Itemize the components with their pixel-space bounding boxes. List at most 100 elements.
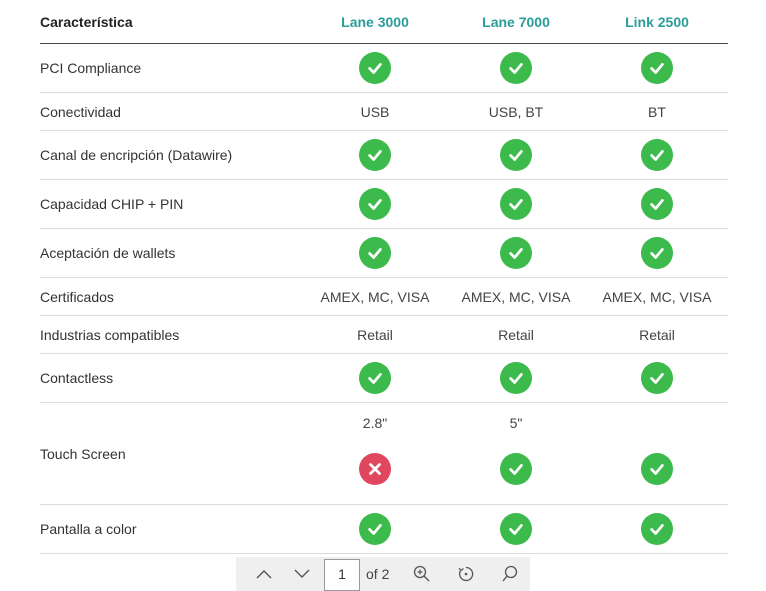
table-row: Pantalla a color: [40, 505, 728, 554]
search-icon: [502, 565, 518, 582]
previous-page-button[interactable]: [244, 557, 284, 591]
table-cell: AMEX, MC, VISA: [305, 278, 445, 315]
header-feature: Característica: [40, 13, 133, 30]
table-cell: BT: [587, 93, 727, 130]
check-icon: [500, 52, 532, 84]
page-number-input[interactable]: 1: [324, 559, 360, 591]
check-icon: [359, 52, 391, 84]
cell-value: 5": [509, 415, 523, 431]
table-cell: [305, 180, 445, 228]
table-cell: Retail: [446, 316, 586, 353]
check-icon: [641, 188, 673, 220]
table-cell: [587, 354, 727, 402]
row-label: PCI Compliance: [40, 60, 142, 76]
table-row: PCI Compliance: [40, 44, 728, 93]
row-label: Aceptación de wallets: [40, 245, 176, 261]
table-cell: [446, 131, 586, 179]
check-icon: [641, 513, 673, 545]
table-cell: [446, 229, 586, 277]
cell-value: USB: [360, 103, 390, 120]
check-icon: [359, 139, 391, 171]
cell-value: AMEX, MC, VISA: [461, 288, 571, 305]
check-icon: [500, 513, 532, 545]
table-cell: USB, BT: [446, 93, 586, 130]
check-icon: [359, 513, 391, 545]
row-label: Canal de encripción (Datawire): [40, 147, 233, 163]
table-row: Certificados AMEX, MC, VISA AMEX, MC, VISA…: [40, 278, 728, 316]
chevron-up-icon: [256, 570, 272, 579]
chevron-down-icon: [294, 569, 310, 578]
check-icon: [500, 237, 532, 269]
check-icon: [641, 237, 673, 269]
row-label: Capacidad CHIP + PIN: [40, 196, 184, 212]
table-row: Conectividad USB USB, BT BT: [40, 93, 728, 131]
check-icon: [359, 237, 391, 269]
check-icon: [500, 139, 532, 171]
table-cell: AMEX, MC, VISA: [587, 278, 727, 315]
check-icon: [500, 453, 532, 485]
check-icon: [359, 188, 391, 220]
cell-value: Retail: [639, 326, 675, 343]
table-cell: [446, 354, 586, 402]
table-cell: Retail: [587, 316, 727, 353]
check-icon: [641, 139, 673, 171]
table-cell: [587, 403, 727, 504]
table-cell: [446, 505, 586, 553]
row-label: Industrias compatibles: [40, 326, 180, 343]
table-cell: [305, 131, 445, 179]
table-body: PCI Compliance Conectividad USB USB, BT BT Ca…: [40, 44, 728, 554]
check-icon: [359, 362, 391, 394]
table-row: Industrias compatibles Retail Retail Retail: [40, 316, 728, 354]
table-row: Aceptación de wallets: [40, 229, 728, 278]
table-row: Capacidad CHIP + PIN: [40, 180, 728, 229]
table-row: Contactless: [40, 354, 728, 403]
table-cell: Retail: [305, 316, 445, 353]
row-label: Certificados: [40, 288, 114, 305]
table-row: Canal de encripción (Datawire): [40, 131, 728, 180]
comparison-table: Característica Lane 3000 Lane 7000 Link …: [40, 0, 728, 554]
table-cell: [446, 44, 586, 92]
header-product-lane-3000: Lane 3000: [341, 13, 409, 30]
table-cell: 5": [446, 403, 586, 504]
next-page-button[interactable]: [282, 557, 322, 591]
table-cell: [446, 180, 586, 228]
zoom-in-button[interactable]: [402, 557, 442, 591]
table-header: Característica Lane 3000 Lane 7000 Link …: [40, 0, 728, 44]
table-cell: [305, 44, 445, 92]
cell-value: Retail: [498, 326, 534, 343]
check-icon: [500, 188, 532, 220]
table-cell: USB: [305, 93, 445, 130]
header-product-lane-7000: Lane 7000: [482, 13, 550, 30]
table-cell: [305, 505, 445, 553]
table-cell: [587, 229, 727, 277]
pager-toolbar: 1 of 2: [236, 557, 530, 591]
cell-value: USB, BT: [488, 103, 544, 120]
table-cell: [305, 229, 445, 277]
table-cell: [587, 131, 727, 179]
row-label: Pantalla a color: [40, 521, 137, 537]
row-label: Touch Screen: [40, 445, 126, 462]
cell-value: 2.8": [362, 415, 388, 431]
cell-value: AMEX, MC, VISA: [602, 288, 712, 305]
check-icon: [500, 362, 532, 394]
check-icon: [641, 453, 673, 485]
row-label: Contactless: [40, 370, 114, 386]
search-button[interactable]: [490, 557, 530, 591]
cross-icon: [359, 453, 391, 485]
cell-value: BT: [648, 103, 666, 120]
table-row: Touch Screen 2.8" 5": [40, 403, 728, 505]
rotate-icon: [458, 566, 474, 582]
page-count-label: of 2: [366, 566, 390, 582]
table-cell: [587, 505, 727, 553]
table-cell: [305, 354, 445, 402]
table-cell: 2.8": [305, 403, 445, 504]
table-cell: [587, 44, 727, 92]
check-icon: [641, 362, 673, 394]
rotate-button[interactable]: [446, 557, 486, 591]
row-label: Conectividad: [40, 103, 121, 120]
cell-value: AMEX, MC, VISA: [320, 288, 430, 305]
table-cell: AMEX, MC, VISA: [446, 278, 586, 315]
table-cell: [587, 180, 727, 228]
cell-value: Retail: [357, 326, 393, 343]
header-product-link-2500: Link 2500: [625, 13, 689, 30]
